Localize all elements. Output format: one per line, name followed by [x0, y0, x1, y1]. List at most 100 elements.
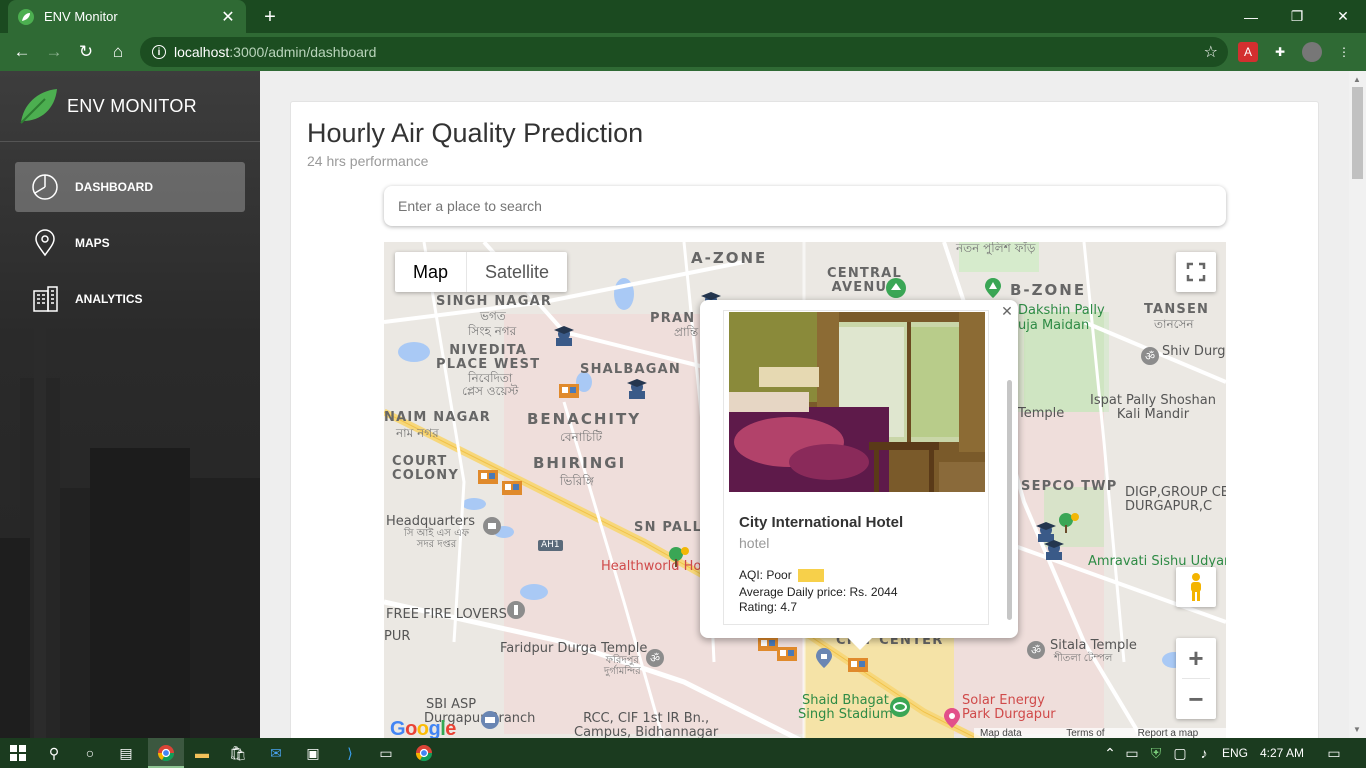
tray-chevron-icon[interactable]: ⌃ — [1098, 741, 1122, 765]
store-icon[interactable]: 🛍 — [226, 741, 250, 765]
forward-icon[interactable]: → — [40, 38, 68, 66]
info-window-content: City International Hotel hotel AQI: Poor… — [723, 310, 989, 625]
new-tab-icon[interactable]: + — [258, 5, 282, 29]
hotel-photo — [729, 312, 985, 492]
sidebar-item-dashboard[interactable]: DASHBOARD — [15, 162, 245, 212]
report-error-link[interactable]: Report a map error — [1138, 728, 1220, 738]
map-label: ভগত — [480, 309, 506, 323]
page-scrollbar[interactable]: ▲ ▼ — [1349, 71, 1366, 738]
map-label: Ispat Pally Shoshan Kali Mandir — [1090, 393, 1216, 422]
scroll-up-icon[interactable]: ▲ — [1353, 75, 1361, 84]
hotel-marker-icon[interactable] — [846, 650, 870, 674]
temple-poi-icon[interactable]: ॐ — [643, 646, 667, 670]
aqi-color-swatch — [797, 568, 824, 582]
hotel-marker-icon[interactable] — [476, 462, 500, 486]
school-marker-icon[interactable] — [625, 377, 649, 401]
extensions-puzzle-icon[interactable]: ✚ — [1270, 42, 1290, 62]
clock[interactable]: 4:27 AM — [1260, 746, 1304, 760]
place-search-input[interactable] — [398, 198, 1226, 214]
map-label: Solar Energy Park Durgapur — [962, 693, 1056, 722]
map-type-map-button[interactable]: Map — [395, 252, 466, 292]
poi-icon[interactable] — [504, 598, 528, 622]
brand-logo[interactable]: ENV MONITOR — [17, 85, 197, 127]
gov-poi-icon[interactable] — [480, 514, 504, 538]
background-building — [90, 448, 190, 738]
park-poi-icon[interactable] — [981, 276, 1005, 300]
pdf-extension-icon[interactable]: A — [1238, 42, 1258, 62]
reload-icon[interactable]: ↻ — [72, 38, 100, 66]
map-label: TANSEN — [1144, 302, 1210, 317]
scrollbar-thumb[interactable] — [1352, 87, 1363, 179]
map-label: B-ZONE — [1010, 281, 1087, 299]
mail-icon[interactable]: ✉ — [264, 741, 288, 765]
google-logo[interactable]: Google — [390, 718, 456, 738]
school-marker-icon[interactable] — [1042, 538, 1066, 562]
map-label: SEPCO TWP — [1021, 479, 1118, 494]
tab-close-icon[interactable]: ✕ — [220, 9, 236, 26]
svg-text:ॐ: ॐ — [1145, 350, 1155, 363]
defender-icon[interactable]: ⛨ — [1144, 741, 1168, 765]
file-explorer-icon[interactable]: ▬ — [190, 741, 214, 765]
school-marker-icon[interactable] — [552, 324, 576, 348]
info-window-scrollbar[interactable] — [1007, 380, 1012, 620]
tree-marker-icon[interactable] — [666, 544, 690, 568]
windows-start-icon[interactable] — [6, 741, 30, 765]
place-search-box[interactable] — [384, 186, 1226, 226]
poi-pin-icon[interactable] — [940, 706, 964, 730]
park-poi-icon[interactable] — [884, 276, 908, 300]
battery-icon[interactable]: ▭ — [1120, 741, 1144, 765]
vscode-icon[interactable]: ⟩ — [338, 741, 362, 765]
bookmark-star-icon[interactable]: ☆ — [1204, 42, 1218, 62]
atm-poi-icon[interactable] — [478, 708, 502, 732]
chrome-icon[interactable] — [154, 741, 178, 765]
map-view[interactable]: A-ZONE CENTRAL AVENUE B-ZONE TANSEN তানস… — [384, 242, 1226, 738]
search-icon[interactable]: ⚲ — [42, 741, 66, 765]
temple-poi-icon[interactable]: ॐ — [1138, 344, 1162, 368]
sidebar-item-analytics[interactable]: ANALYTICS — [15, 274, 245, 324]
scroll-down-icon[interactable]: ▼ — [1353, 725, 1361, 734]
hotel-type: hotel — [739, 535, 770, 551]
restore-icon[interactable]: ❐ — [1274, 0, 1320, 33]
cortana-icon[interactable]: ○ — [78, 741, 102, 765]
map-type-satellite-button[interactable]: Satellite — [467, 252, 567, 292]
close-window-icon[interactable]: ✕ — [1320, 0, 1366, 33]
back-icon[interactable]: ← — [8, 38, 36, 66]
terms-link[interactable]: Terms of Use — [1066, 728, 1123, 738]
network-icon[interactable]: ▢ — [1168, 741, 1192, 765]
svg-text:ॐ: ॐ — [1031, 644, 1041, 657]
map-label: নাম নগর — [396, 426, 439, 440]
language-indicator[interactable]: ENG — [1222, 746, 1248, 760]
map-footer: Map data ©2021 Terms of Use Report a map… — [974, 728, 1226, 738]
home-icon[interactable]: ⌂ — [104, 38, 132, 66]
task-view-icon[interactable]: ▤ — [114, 741, 138, 765]
hotel-name: City International Hotel — [739, 514, 904, 531]
minimize-icon[interactable]: — — [1228, 0, 1274, 33]
page-subtitle: 24 hrs performance — [307, 153, 429, 169]
zoom-out-button[interactable]: − — [1176, 679, 1216, 719]
profile-avatar-icon[interactable] — [1302, 42, 1322, 62]
hotel-marker-icon[interactable] — [500, 473, 524, 497]
url-path: :3000/admin/dashboard — [229, 44, 377, 60]
fullscreen-button[interactable] — [1176, 252, 1216, 292]
address-bar[interactable]: i localhost:3000/admin/dashboard ☆ — [140, 37, 1228, 67]
sidebar-item-maps[interactable]: MAPS — [15, 218, 245, 268]
volume-icon[interactable]: ♪ — [1192, 741, 1216, 765]
hotel-marker-icon[interactable] — [557, 376, 581, 400]
menu-dots-icon[interactable]: ⋮ — [1334, 42, 1354, 62]
shopping-poi-icon[interactable] — [812, 646, 836, 670]
info-window-close-icon[interactable]: ✕ — [998, 302, 1016, 320]
street-view-button[interactable] — [1176, 567, 1216, 607]
browser-tab[interactable]: ENV Monitor ✕ — [8, 0, 246, 33]
zoom-in-button[interactable]: + — [1176, 638, 1216, 678]
temple-poi-icon[interactable]: ॐ — [1024, 638, 1048, 662]
chrome-second-icon[interactable] — [412, 741, 436, 765]
background-building — [0, 538, 30, 738]
notification-icon[interactable]: ▭ — [1322, 741, 1346, 765]
hotel-marker-icon[interactable] — [775, 639, 799, 663]
photos-icon[interactable]: ▣ — [301, 741, 325, 765]
terminal-icon[interactable]: ▭ — [374, 741, 398, 765]
map-label: নতন পুলিশ ফাঁড় — [956, 242, 1036, 255]
tree-marker-icon[interactable] — [1056, 510, 1080, 534]
stadium-poi-icon[interactable] — [888, 695, 912, 719]
site-info-icon[interactable]: i — [152, 45, 166, 59]
